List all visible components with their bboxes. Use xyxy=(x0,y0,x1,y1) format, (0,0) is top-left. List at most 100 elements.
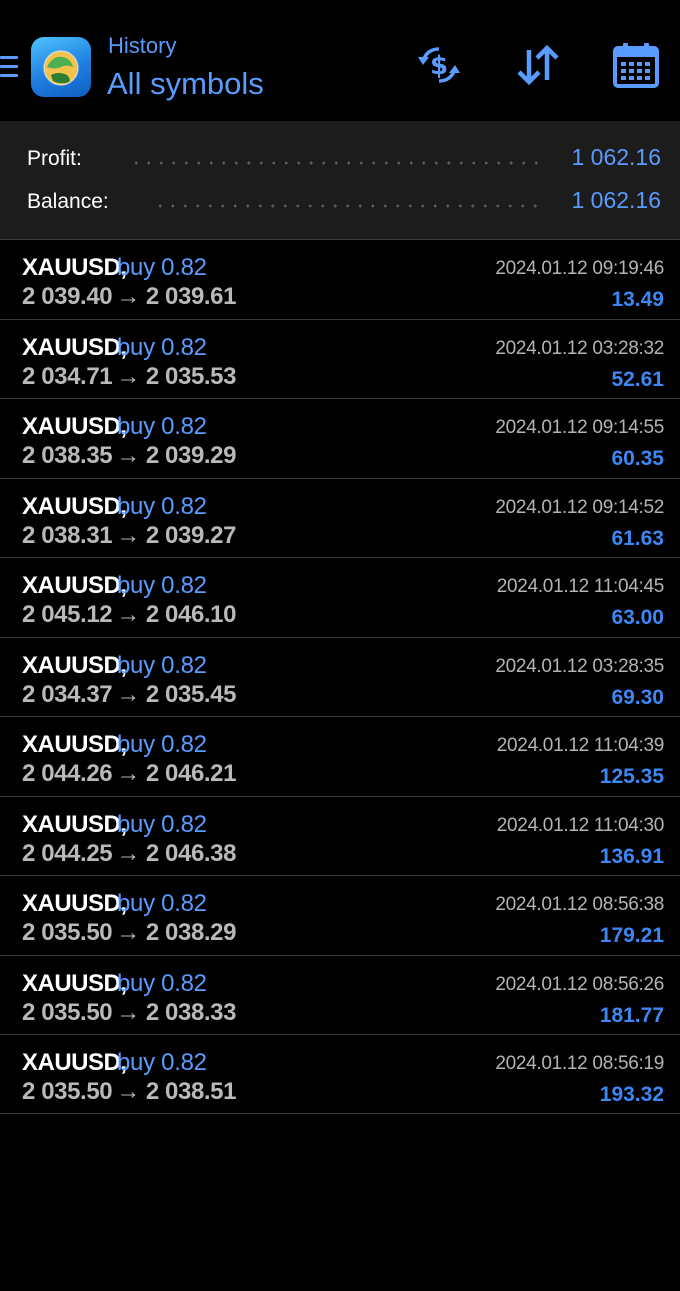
deal-row[interactable]: XAUUSD, buy 0.82 2 045.12 → 2 046.10 2024.01.… xyxy=(0,557,680,637)
deal-symbol: XAUUSD, xyxy=(22,651,127,679)
deal-profit: 69.30 xyxy=(611,685,664,709)
deal-prices: 2 034.71 → 2 035.53 xyxy=(22,363,236,391)
close-price: 2 038.51 xyxy=(145,1078,237,1105)
deal-profit: 125.35 xyxy=(599,765,664,788)
deal-symbol: XAUUSD, xyxy=(22,890,127,917)
open-price: 2 038.35 xyxy=(22,442,113,469)
deal-profit: 179.21 xyxy=(599,924,664,947)
close-price: 2 039.29 xyxy=(145,442,237,469)
calendar-icon xyxy=(613,43,659,88)
deal-row[interactable]: XAUUSD, buy 0.82 2 038.35 → 2 039.29 2024.01.… xyxy=(0,398,680,478)
close-price: 2 035.45 xyxy=(145,680,237,708)
profit-label: Profit: xyxy=(27,147,82,170)
balance-row: Balance: 1 062.16 xyxy=(0,184,680,220)
close-price: 2 039.61 xyxy=(145,283,237,310)
deal-row[interactable]: XAUUSD, buy 0.82 2 035.50 → 2 038.29 2024.01.… xyxy=(0,875,680,955)
dotted-leader xyxy=(130,161,542,165)
open-price: 2 039.40 xyxy=(22,283,113,310)
arrow-icon: → xyxy=(116,601,140,628)
deal-prices: 2 044.26 → 2 046.21 xyxy=(22,760,236,788)
deal-row[interactable]: XAUUSD, buy 0.82 2 034.37 → 2 035.45 2024.01.… xyxy=(0,636,680,717)
open-price: 2 038.31 xyxy=(22,521,113,549)
deal-symbol: XAUUSD, xyxy=(22,492,127,520)
deal-row[interactable]: XAUUSD, buy 0.82 2 039.40 → 2 039.61 2024.01.… xyxy=(0,239,680,319)
arrow-icon: → xyxy=(116,760,140,787)
close-price: 2 039.27 xyxy=(145,521,237,549)
arrow-icon: → xyxy=(116,442,140,469)
deal-type: buy 0.82 xyxy=(117,572,207,599)
dotted-leader xyxy=(154,204,542,208)
close-price: 2 046.38 xyxy=(145,839,237,867)
deal-symbol: XAUUSD, xyxy=(22,810,127,838)
deal-type: buy 0.82 xyxy=(117,333,207,361)
deal-time: 2024.01.12 03:28:32 xyxy=(495,337,664,359)
deal-type: buy 0.82 xyxy=(117,651,207,679)
deal-prices: 2 035.50 → 2 038.33 xyxy=(22,999,236,1027)
close-price: 2 035.53 xyxy=(145,362,237,390)
deal-time: 2024.01.12 11:04:39 xyxy=(496,735,665,756)
sort-button[interactable] xyxy=(512,40,564,90)
deal-time: 2024.01.12 08:56:26 xyxy=(495,973,664,995)
sort-icon xyxy=(517,44,559,86)
header-title[interactable]: All symbols xyxy=(107,66,264,102)
arrow-icon: → xyxy=(116,521,140,549)
deal-row[interactable]: XAUUSD, buy 0.82 2 038.31 → 2 039.27 2024.01.… xyxy=(0,477,680,558)
arrow-icon: → xyxy=(116,998,140,1026)
deal-type: buy 0.82 xyxy=(117,413,207,440)
arrow-icon: → xyxy=(116,839,140,867)
deal-prices: 2 035.50 → 2 038.29 xyxy=(22,919,236,947)
profit-value: 1 062.16 xyxy=(571,144,661,170)
deal-prices: 2 038.31 → 2 039.27 xyxy=(22,522,236,550)
app-header: History All symbols $ xyxy=(0,0,680,120)
close-price: 2 046.21 xyxy=(145,760,237,787)
deal-prices: 2 034.37 → 2 035.45 xyxy=(22,681,236,709)
deal-symbol: XAUUSD, xyxy=(22,969,127,997)
deal-prices: 2 039.40 → 2 039.61 xyxy=(22,283,236,311)
arrow-icon: → xyxy=(116,362,140,390)
deal-profit: 13.49 xyxy=(611,288,664,311)
deal-prices: 2 045.12 → 2 046.10 xyxy=(22,601,236,629)
deal-row[interactable]: XAUUSD, buy 0.82 2 035.50 → 2 038.51 2024.01.… xyxy=(0,1034,680,1114)
deal-list: XAUUSD, buy 0.82 2 039.40 → 2 039.61 2024.01.… xyxy=(0,239,680,1114)
deal-type: buy 0.82 xyxy=(117,1049,207,1076)
summary-panel: Profit: 1 062.16 Balance: 1 062.16 xyxy=(0,121,680,239)
deal-time: 2024.01.12 11:04:30 xyxy=(496,814,665,836)
deal-row[interactable]: XAUUSD, buy 0.82 2 034.71 → 2 035.53 2024.01.… xyxy=(0,318,680,399)
open-price: 2 034.37 xyxy=(22,680,113,708)
deal-time: 2024.01.12 09:14:55 xyxy=(495,417,664,438)
app-logo[interactable] xyxy=(31,37,91,97)
open-price: 2 044.26 xyxy=(22,760,113,787)
deal-row[interactable]: XAUUSD, buy 0.82 2 035.50 → 2 038.33 2024.01.… xyxy=(0,954,680,1035)
deal-time: 2024.01.12 08:56:38 xyxy=(495,894,664,915)
close-price: 2 038.29 xyxy=(145,919,237,946)
menu-icon[interactable] xyxy=(0,52,20,84)
open-price: 2 035.50 xyxy=(22,998,113,1026)
deal-type: buy 0.82 xyxy=(117,969,207,997)
deal-type: buy 0.82 xyxy=(117,492,207,520)
deal-symbol: XAUUSD, xyxy=(22,731,127,758)
arrow-icon: → xyxy=(116,919,140,946)
svg-text:$: $ xyxy=(430,51,448,81)
arrow-icon: → xyxy=(116,1078,140,1105)
deal-time: 2024.01.12 09:19:46 xyxy=(495,258,664,279)
deal-row[interactable]: XAUUSD, buy 0.82 2 044.26 → 2 046.21 2024.01.… xyxy=(0,716,680,796)
balance-label: Balance: xyxy=(27,190,109,213)
deal-type: buy 0.82 xyxy=(117,810,207,838)
header-subtitle: History xyxy=(108,33,177,58)
deal-prices: 2 044.25 → 2 046.38 xyxy=(22,840,236,868)
deal-time: 2024.01.12 09:14:52 xyxy=(495,496,664,518)
open-price: 2 035.50 xyxy=(22,919,113,946)
close-price: 2 046.10 xyxy=(145,601,237,628)
open-price: 2 045.12 xyxy=(22,601,113,628)
deal-profit: 52.61 xyxy=(611,367,664,391)
deal-symbol: XAUUSD, xyxy=(22,413,127,440)
arrow-icon: → xyxy=(116,680,140,708)
calendar-button[interactable] xyxy=(610,40,662,90)
open-price: 2 035.50 xyxy=(22,1078,113,1105)
currency-exchange-button[interactable]: $ xyxy=(412,40,466,90)
arrow-icon: → xyxy=(116,283,140,310)
deal-time: 2024.01.12 03:28:35 xyxy=(495,655,664,677)
deal-row[interactable]: XAUUSD, buy 0.82 2 044.25 → 2 046.38 2024.01.… xyxy=(0,795,680,876)
deal-profit: 63.00 xyxy=(611,606,664,629)
close-price: 2 038.33 xyxy=(145,998,237,1026)
